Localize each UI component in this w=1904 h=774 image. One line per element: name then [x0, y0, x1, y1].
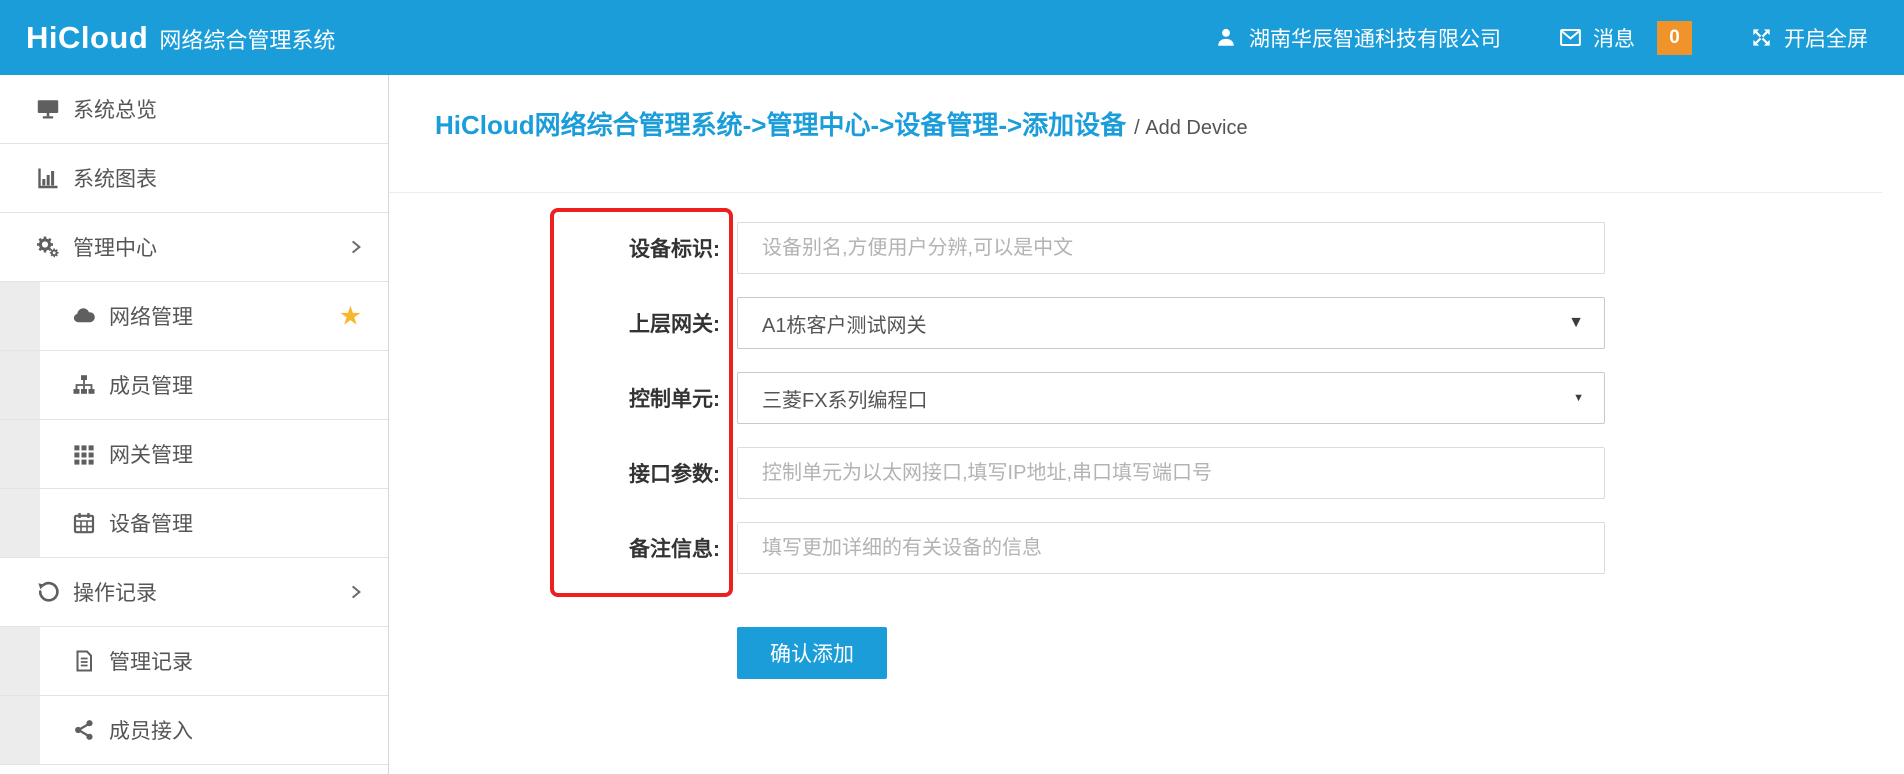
brand-name: HiCloud — [26, 20, 148, 56]
form-row-control-unit: 控制单元: 三菱FX系列编程口 ▼ — [389, 372, 1605, 424]
app-logo[interactable]: HiCloud 网络综合管理系统 — [26, 20, 335, 56]
sidebar-item-label: 系统总览 — [73, 94, 157, 124]
control-unit-value: 三菱FX系列编程口 — [762, 384, 928, 413]
sidebar-item-label: 设备管理 — [109, 508, 193, 538]
upper-gateway-label: 上层网关: — [389, 308, 720, 338]
control-unit-label: 控制单元: — [389, 383, 720, 413]
fullscreen-button[interactable]: 开启全屏 — [1750, 23, 1868, 53]
add-device-form: 设备标识: 上层网关: A1栋客户测试网关 ▼ 控制单元: 三菱FX系列编程口 … — [389, 222, 1605, 679]
breadcrumb-path: HiCloud网络综合管理系统->管理中心->设备管理->添加设备 — [435, 110, 1126, 140]
chevron-right-icon — [347, 583, 365, 601]
brand-suffix: 网络综合管理系统 — [159, 23, 335, 55]
history-icon — [36, 580, 60, 604]
fullscreen-icon — [1750, 26, 1774, 50]
form-row-interface-params: 接口参数: — [389, 447, 1605, 499]
bar-chart-icon — [36, 166, 60, 190]
gears-icon — [36, 235, 60, 259]
remarks-label: 备注信息: — [389, 533, 720, 563]
form-row-device-id: 设备标识: — [389, 222, 1605, 274]
main-content: HiCloud网络综合管理系统->管理中心->设备管理->添加设备 / Add D… — [389, 75, 1904, 774]
breadcrumb-suffix: / Add Device — [1134, 117, 1247, 139]
sidebar-item-device-management[interactable]: 设备管理 — [0, 489, 388, 558]
sidebar-item-member-management[interactable]: 成员管理 — [0, 351, 388, 420]
grid-icon — [72, 442, 96, 466]
sidebar-item-system-overview[interactable]: 系统总览 — [0, 75, 388, 144]
app-header: HiCloud 网络综合管理系统 湖南华辰智通科技有限公司 消息 0 — [0, 0, 1904, 75]
messages-button[interactable]: 消息 0 — [1559, 21, 1692, 55]
sidebar-item-label: 管理记录 — [109, 646, 193, 676]
dropdown-arrow-icon: ▼ — [1573, 393, 1584, 404]
sidebar-item-label: 管理中心 — [73, 232, 157, 262]
sitemap-icon — [72, 373, 96, 397]
sidebar-item-management-center[interactable]: 管理中心 — [0, 213, 388, 282]
company-account[interactable]: 湖南华辰智通科技有限公司 — [1215, 23, 1501, 53]
interface-params-input[interactable] — [737, 447, 1605, 499]
sidebar-item-operation-records[interactable]: 操作记录 — [0, 558, 388, 627]
sidebar-item-network-management[interactable]: 网络管理 ★ — [0, 282, 388, 351]
breadcrumb: HiCloud网络综合管理系统->管理中心->设备管理->添加设备 / Add D… — [435, 105, 1248, 142]
interface-params-label: 接口参数: — [389, 458, 720, 488]
company-name: 湖南华辰智通科技有限公司 — [1249, 23, 1501, 53]
sidebar-item-gateway-management[interactable]: 网关管理 — [0, 420, 388, 489]
remarks-input[interactable] — [737, 522, 1605, 574]
chevron-right-icon — [347, 238, 365, 256]
star-icon: ★ — [339, 302, 362, 328]
sidebar-item-label: 成员管理 — [109, 370, 193, 400]
device-id-label: 设备标识: — [389, 233, 720, 263]
sidebar-item-label: 网络管理 — [109, 301, 193, 331]
sidebar-item-label: 成员接入 — [109, 715, 193, 745]
share-icon — [72, 718, 96, 742]
sidebar-item-label: 网关管理 — [109, 439, 193, 469]
monitor-icon — [36, 97, 60, 121]
calendar-icon — [72, 511, 96, 535]
sidebar-item-management-records[interactable]: 管理记录 — [0, 627, 388, 696]
messages-count-badge: 0 — [1657, 21, 1692, 55]
content-divider — [389, 192, 1882, 193]
document-icon — [72, 649, 96, 673]
upper-gateway-value: A1栋客户测试网关 — [762, 309, 926, 338]
sidebar-item-member-access[interactable]: 成员接入 — [0, 696, 388, 765]
user-icon — [1215, 26, 1239, 50]
sidebar-item-label: 操作记录 — [73, 577, 157, 607]
form-row-remarks: 备注信息: — [389, 522, 1605, 574]
upper-gateway-select[interactable]: A1栋客户测试网关 ▼ — [737, 297, 1605, 349]
sidebar: 系统总览 系统图表 — [0, 75, 389, 774]
fullscreen-label: 开启全屏 — [1784, 23, 1868, 53]
confirm-add-button[interactable]: 确认添加 — [737, 627, 887, 679]
control-unit-select[interactable]: 三菱FX系列编程口 ▼ — [737, 372, 1605, 424]
dropdown-arrow-icon: ▼ — [1568, 315, 1584, 331]
device-id-input[interactable] — [737, 222, 1605, 274]
header-actions: 湖南华辰智通科技有限公司 消息 0 开启全屏 — [1215, 21, 1868, 55]
sidebar-item-label: 系统图表 — [73, 163, 157, 193]
sidebar-item-system-charts[interactable]: 系统图表 — [0, 144, 388, 213]
messages-label: 消息 — [1593, 23, 1635, 53]
form-row-upper-gateway: 上层网关: A1栋客户测试网关 ▼ — [389, 297, 1605, 349]
cloud-icon — [72, 304, 96, 328]
envelope-icon — [1559, 26, 1583, 50]
